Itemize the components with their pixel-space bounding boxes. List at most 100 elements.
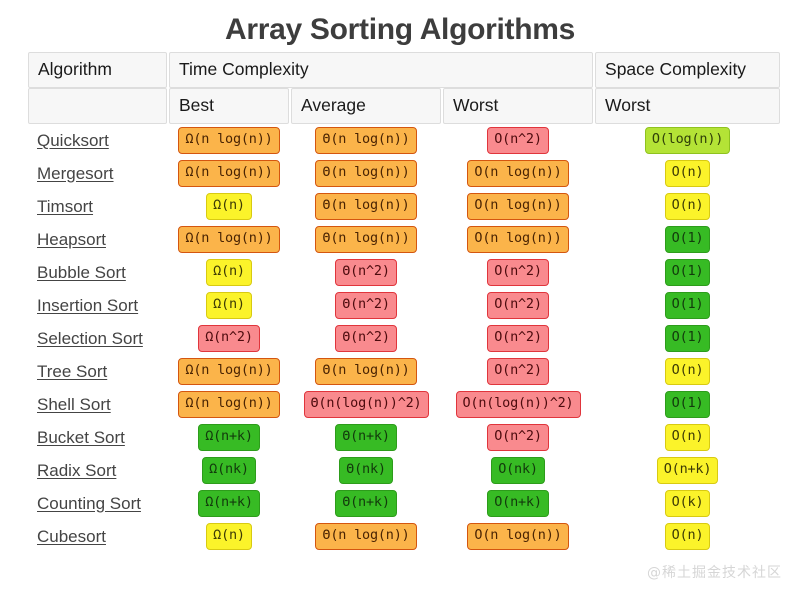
best-time-cell: Ω(n) — [169, 289, 289, 322]
worst-time-cell: O(n^2) — [443, 289, 593, 322]
algorithm-link[interactable]: Counting Sort — [37, 494, 141, 513]
algorithm-name-cell: Tree Sort — [28, 355, 167, 388]
algorithm-name-cell: Radix Sort — [28, 454, 167, 487]
complexity-badge: O(1) — [664, 325, 711, 352]
average-time-cell: Θ(n log(n)) — [291, 124, 441, 157]
worst-space-cell: O(1) — [595, 256, 780, 289]
complexity-badge: O(n^2) — [487, 292, 549, 319]
average-time-cell: Θ(n^2) — [291, 289, 441, 322]
complexity-badge: O(n^2) — [487, 424, 549, 451]
header-sub-worst-space[interactable]: Worst — [595, 88, 781, 124]
complexity-badge: O(n(log(n))^2) — [455, 391, 581, 418]
complexity-badge: Ω(n+k) — [198, 490, 260, 517]
table-row: Counting Sort Ω(n+k) Θ(n+k) O(n+k) O(k) — [28, 487, 780, 520]
sorting-algorithms-table: Algorithm Time Complexity Space Complexi… — [26, 52, 782, 553]
average-time-cell: Θ(n^2) — [291, 322, 441, 355]
complexity-badge: O(n) — [664, 424, 711, 451]
algorithm-name-cell: Cubesort — [28, 520, 167, 553]
complexity-badge: Ω(n+k) — [198, 424, 260, 451]
complexity-badge: O(n^2) — [487, 325, 549, 352]
table-row: Selection Sort Ω(n^2) Θ(n^2) O(n^2) O(1) — [28, 322, 780, 355]
average-time-cell: Θ(n log(n)) — [291, 520, 441, 553]
complexity-badge: O(n+k) — [656, 457, 719, 484]
table-row: Quicksort Ω(n log(n)) Θ(n log(n)) O(n^2) O(l… — [28, 124, 780, 157]
complexity-badge: Θ(n+k) — [335, 424, 397, 451]
complexity-badge: Ω(n log(n)) — [178, 226, 280, 253]
complexity-badge: O(n) — [664, 160, 711, 187]
worst-time-cell: O(n^2) — [443, 322, 593, 355]
worst-space-cell: O(n) — [595, 355, 780, 388]
algorithm-link[interactable]: Mergesort — [37, 164, 114, 183]
algorithm-link[interactable]: Bucket Sort — [37, 428, 125, 447]
worst-space-cell: O(n) — [595, 190, 780, 223]
header-sub-average[interactable]: Average — [291, 88, 441, 124]
best-time-cell: Ω(n) — [169, 520, 289, 553]
table-header: Algorithm Time Complexity Space Complexi… — [28, 52, 781, 124]
algorithm-link[interactable]: Radix Sort — [37, 461, 116, 480]
algorithm-name-cell: Shell Sort — [28, 388, 167, 421]
header-sub-row: Best Average Worst Worst — [28, 88, 781, 124]
best-time-cell: Ω(n log(n)) — [169, 388, 289, 421]
best-time-cell: Ω(n+k) — [169, 421, 289, 454]
best-time-cell: Ω(nk) — [169, 454, 289, 487]
algorithm-link[interactable]: Bubble Sort — [37, 263, 126, 282]
algorithm-link[interactable]: Insertion Sort — [37, 296, 138, 315]
header-time-complexity[interactable]: Time Complexity — [169, 52, 594, 88]
complexity-badge: Ω(n log(n)) — [178, 160, 280, 187]
algorithm-name-cell: Bubble Sort — [28, 256, 167, 289]
algorithm-link[interactable]: Cubesort — [37, 527, 106, 546]
worst-time-cell: O(n^2) — [443, 421, 593, 454]
best-time-cell: Ω(n) — [169, 256, 289, 289]
worst-time-cell: O(n log(n)) — [443, 223, 593, 256]
algorithm-name-cell: Heapsort — [28, 223, 167, 256]
complexity-badge: Θ(n log(n)) — [315, 226, 417, 253]
table-row: Bucket Sort Ω(n+k) Θ(n+k) O(n^2) O(n) — [28, 421, 780, 454]
best-time-cell: Ω(n+k) — [169, 487, 289, 520]
complexity-badge: O(n^2) — [487, 358, 549, 385]
complexity-badge: O(n log(n)) — [467, 226, 569, 253]
complexity-badge: O(n^2) — [487, 127, 549, 154]
complexity-badge: Ω(n^2) — [198, 325, 260, 352]
algorithm-link[interactable]: Timsort — [37, 197, 93, 216]
algorithm-name-cell: Bucket Sort — [28, 421, 167, 454]
worst-space-cell: O(1) — [595, 223, 780, 256]
average-time-cell: Θ(n log(n)) — [291, 355, 441, 388]
worst-space-cell: O(1) — [595, 289, 780, 322]
table-container: Algorithm Time Complexity Space Complexi… — [0, 52, 800, 553]
worst-time-cell: O(nk) — [443, 454, 593, 487]
complexity-badge: Ω(n) — [206, 259, 252, 286]
complexity-badge: O(1) — [664, 259, 711, 286]
algorithm-name-cell: Timsort — [28, 190, 167, 223]
table-row: Heapsort Ω(n log(n)) Θ(n log(n)) O(n log(n)… — [28, 223, 780, 256]
best-time-cell: Ω(n) — [169, 190, 289, 223]
worst-time-cell: O(n^2) — [443, 355, 593, 388]
complexity-badge: O(nk) — [491, 457, 545, 484]
average-time-cell: Θ(n log(n)) — [291, 223, 441, 256]
complexity-badge: Ω(n) — [206, 292, 252, 319]
algorithm-link[interactable]: Shell Sort — [37, 395, 111, 414]
complexity-badge: Ω(nk) — [202, 457, 256, 484]
complexity-badge: O(1) — [664, 226, 711, 253]
average-time-cell: Θ(n log(n)) — [291, 190, 441, 223]
table-row: Timsort Ω(n) Θ(n log(n)) O(n log(n)) O(n) — [28, 190, 780, 223]
header-sub-best[interactable]: Best — [169, 88, 289, 124]
header-algorithm[interactable]: Algorithm — [28, 52, 167, 88]
complexity-badge: O(n^2) — [487, 259, 549, 286]
algorithm-link[interactable]: Quicksort — [37, 131, 109, 150]
complexity-badge: Θ(n+k) — [335, 490, 397, 517]
algorithm-link[interactable]: Selection Sort — [37, 329, 143, 348]
header-sub-worst-time[interactable]: Worst — [443, 88, 594, 124]
complexity-badge: Ω(n log(n)) — [178, 127, 280, 154]
average-time-cell: Θ(nk) — [291, 454, 441, 487]
header-space-complexity[interactable]: Space Complexity — [595, 52, 781, 88]
complexity-badge: O(n log(n)) — [467, 523, 569, 550]
best-time-cell: Ω(n^2) — [169, 322, 289, 355]
complexity-badge: Θ(n log(n)) — [315, 358, 417, 385]
complexity-badge: Ω(n) — [206, 523, 252, 550]
complexity-badge: Θ(n^2) — [335, 325, 397, 352]
algorithm-link[interactable]: Tree Sort — [37, 362, 107, 381]
complexity-badge: O(log(n)) — [644, 127, 731, 154]
algorithm-link[interactable]: Heapsort — [37, 230, 106, 249]
algorithm-name-cell: Insertion Sort — [28, 289, 167, 322]
complexity-badge: O(n) — [664, 523, 711, 550]
